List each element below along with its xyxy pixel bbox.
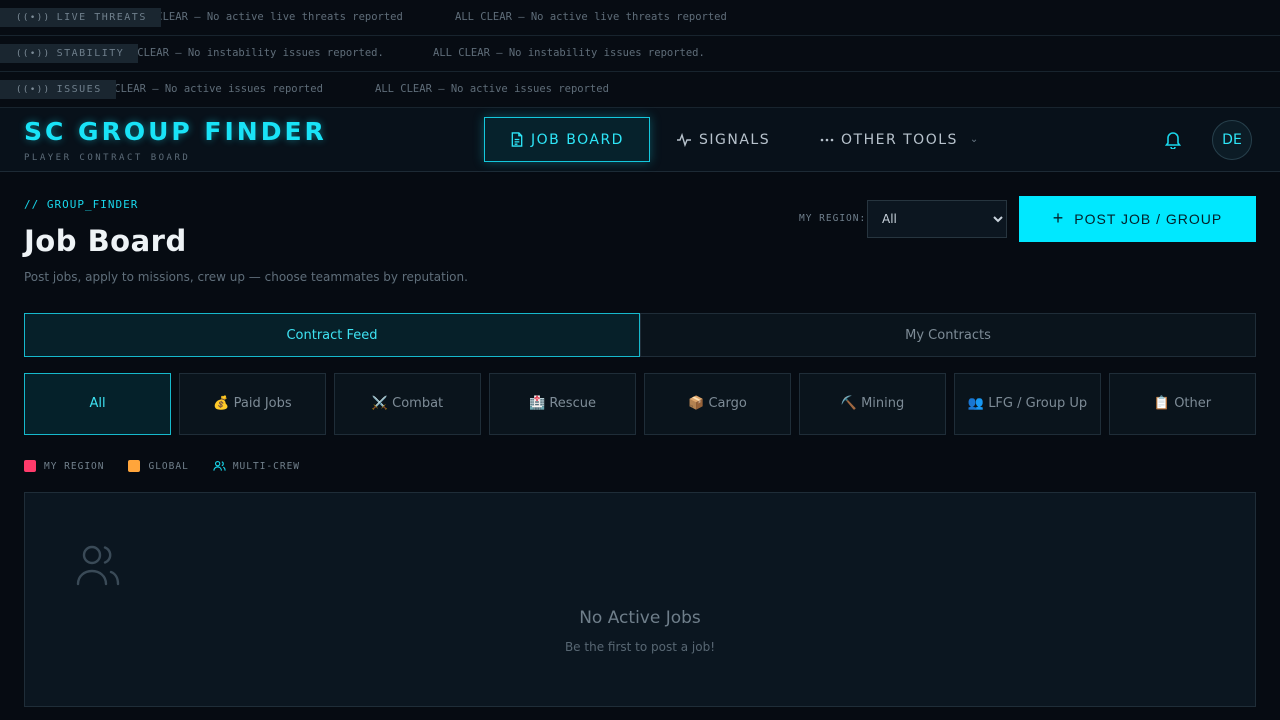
job-list-panel: No Active Jobs Be the first to post a jo… [24,492,1256,707]
legend-swatch [128,460,141,472]
category-combat[interactable]: ⚔️ Combat [334,373,481,435]
plus-icon: + [1052,207,1065,228]
broadcast-icon: ((•)) [16,48,51,59]
post-job-button[interactable]: + POST JOB / GROUP [1019,196,1256,242]
ticker-stability: ((•)) STABILITY ALL CLEAR — No instabilit… [0,36,1280,72]
empty-state-title: No Active Jobs [579,608,701,628]
notifications-bell-icon[interactable] [1163,129,1183,153]
category-rescue[interactable]: 🏥 Rescue [489,373,636,435]
nav-job-board-label: JOB BOARD [531,131,624,148]
page-subtitle: Post jobs, apply to missions, crew up — … [24,270,468,284]
users-icon [75,543,121,591]
app-logo-subtitle: PLAYER CONTRACT BOARD [24,153,191,163]
region-label: MY REGION: [799,213,867,224]
nav-signals-label: SIGNALS [699,131,771,148]
tab-contract-feed[interactable]: Contract Feed [24,313,640,357]
ticker-message: ALL CLEAR — No instability issues report… [433,47,705,59]
user-avatar[interactable]: DE [1212,120,1252,160]
breadcrumb: // GROUP_FINDER [24,198,139,211]
broadcast-icon: ((•)) [16,12,51,23]
ticker-message: ALL CLEAR — No active issues reported [375,83,609,95]
ticker-message: ALL CLEAR — No active live threats repor… [131,11,403,23]
activity-icon [677,132,691,147]
ticker-message: ALL CLEAR — No active live threats repor… [455,11,727,23]
legend-my-region: MY REGION [24,460,104,472]
more-dots-icon [820,138,834,141]
category-cargo[interactable]: 📦 Cargo [644,373,791,435]
ticker-live-threats: ((•)) LIVE THREATS ALL CLEAR — No active … [0,0,1280,36]
chevron-down-icon: ⌄ [969,134,980,145]
users-icon [213,460,226,471]
tab-my-contracts[interactable]: My Contracts [640,313,1256,357]
legend-swatch [24,460,36,472]
ticker-message: ALL CLEAR — No instability issues report… [112,47,384,59]
app-header: SC GROUP FINDER PLAYER CONTRACT BOARD JO… [0,108,1280,172]
ticker-tag: ((•)) ISSUES [0,80,116,99]
legend: MY REGION GLOBAL MULTI-CREW [24,460,324,472]
post-job-label: POST JOB / GROUP [1074,211,1223,227]
nav-other-tools-label: OTHER TOOLS [841,131,958,148]
document-icon [511,132,523,147]
category-paid-jobs[interactable]: 💰 Paid Jobs [179,373,326,435]
contract-tabs: Contract Feed My Contracts [24,313,1256,357]
legend-multi-crew: MULTI-CREW [213,460,300,472]
page-title: Job Board [24,224,187,258]
category-other[interactable]: 📋 Other [1109,373,1256,435]
nav-signals[interactable]: SIGNALS [676,117,770,162]
ticker-issues: ((•)) ISSUES ALL CLEAR — No active issues… [0,72,1280,108]
nav-other-tools[interactable]: OTHER TOOLS ⌄ [820,117,980,162]
category-filters: All 💰 Paid Jobs ⚔️ Combat 🏥 Rescue 📦 Car… [24,373,1256,435]
ticker-tag: ((•)) LIVE THREATS [0,8,161,27]
app-logo[interactable]: SC GROUP FINDER [24,117,327,146]
category-all[interactable]: All [24,373,171,435]
nav-job-board[interactable]: JOB BOARD [484,117,650,162]
category-lfg[interactable]: 👥 LFG / Group Up [954,373,1101,435]
broadcast-icon: ((•)) [16,84,51,95]
category-mining[interactable]: ⛏️ Mining [799,373,946,435]
legend-global: GLOBAL [128,460,188,472]
ticker-tag: ((•)) STABILITY [0,44,139,63]
ticker-message: ALL CLEAR — No active issues reported [89,83,323,95]
region-select[interactable]: All [867,200,1007,238]
empty-state-subtitle: Be the first to post a job! [564,640,716,654]
